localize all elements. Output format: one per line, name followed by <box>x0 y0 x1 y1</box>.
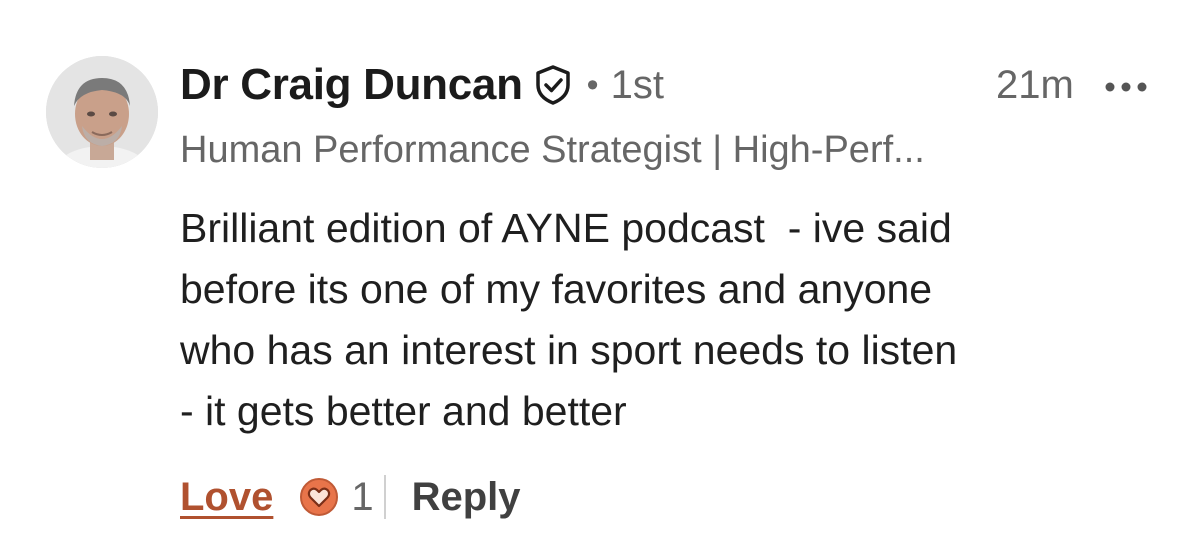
ellipsis-icon[interactable] <box>1104 80 1148 92</box>
reply-button[interactable]: Reply <box>412 475 521 520</box>
avatar[interactable] <box>46 56 158 168</box>
actions-divider <box>383 475 386 519</box>
heart-reaction-icon[interactable] <box>299 477 339 517</box>
author-headline: Human Performance Strategist | High-Perf… <box>180 129 925 171</box>
separator-dot: • <box>586 65 599 104</box>
author-name[interactable]: Dr Craig Duncan <box>180 60 523 110</box>
connection-degree: 1st <box>610 62 664 107</box>
comment-item: Dr Craig Duncan • 1st 21m Human Performa… <box>0 0 1200 552</box>
shield-check-icon <box>535 65 571 105</box>
love-button[interactable]: Love <box>180 475 273 520</box>
comment-body: Brilliant edition of AYNE podcast - ive … <box>180 198 1170 442</box>
comment-body-line: before its one of my favorites and anyon… <box>180 266 933 312</box>
reaction-count[interactable]: 1 <box>351 475 373 520</box>
comment-actions: Love 1 Reply <box>180 470 521 524</box>
comment-timestamp: 21m <box>996 63 1074 107</box>
author-row: Dr Craig Duncan • 1st <box>180 58 664 112</box>
comment-body-line: - it gets better and better <box>180 388 627 434</box>
comment-body-line: Brilliant edition of AYNE podcast - ive … <box>180 205 952 251</box>
comment-body-line: who has an interest in sport needs to li… <box>180 327 958 373</box>
avatar-photo <box>46 56 158 168</box>
